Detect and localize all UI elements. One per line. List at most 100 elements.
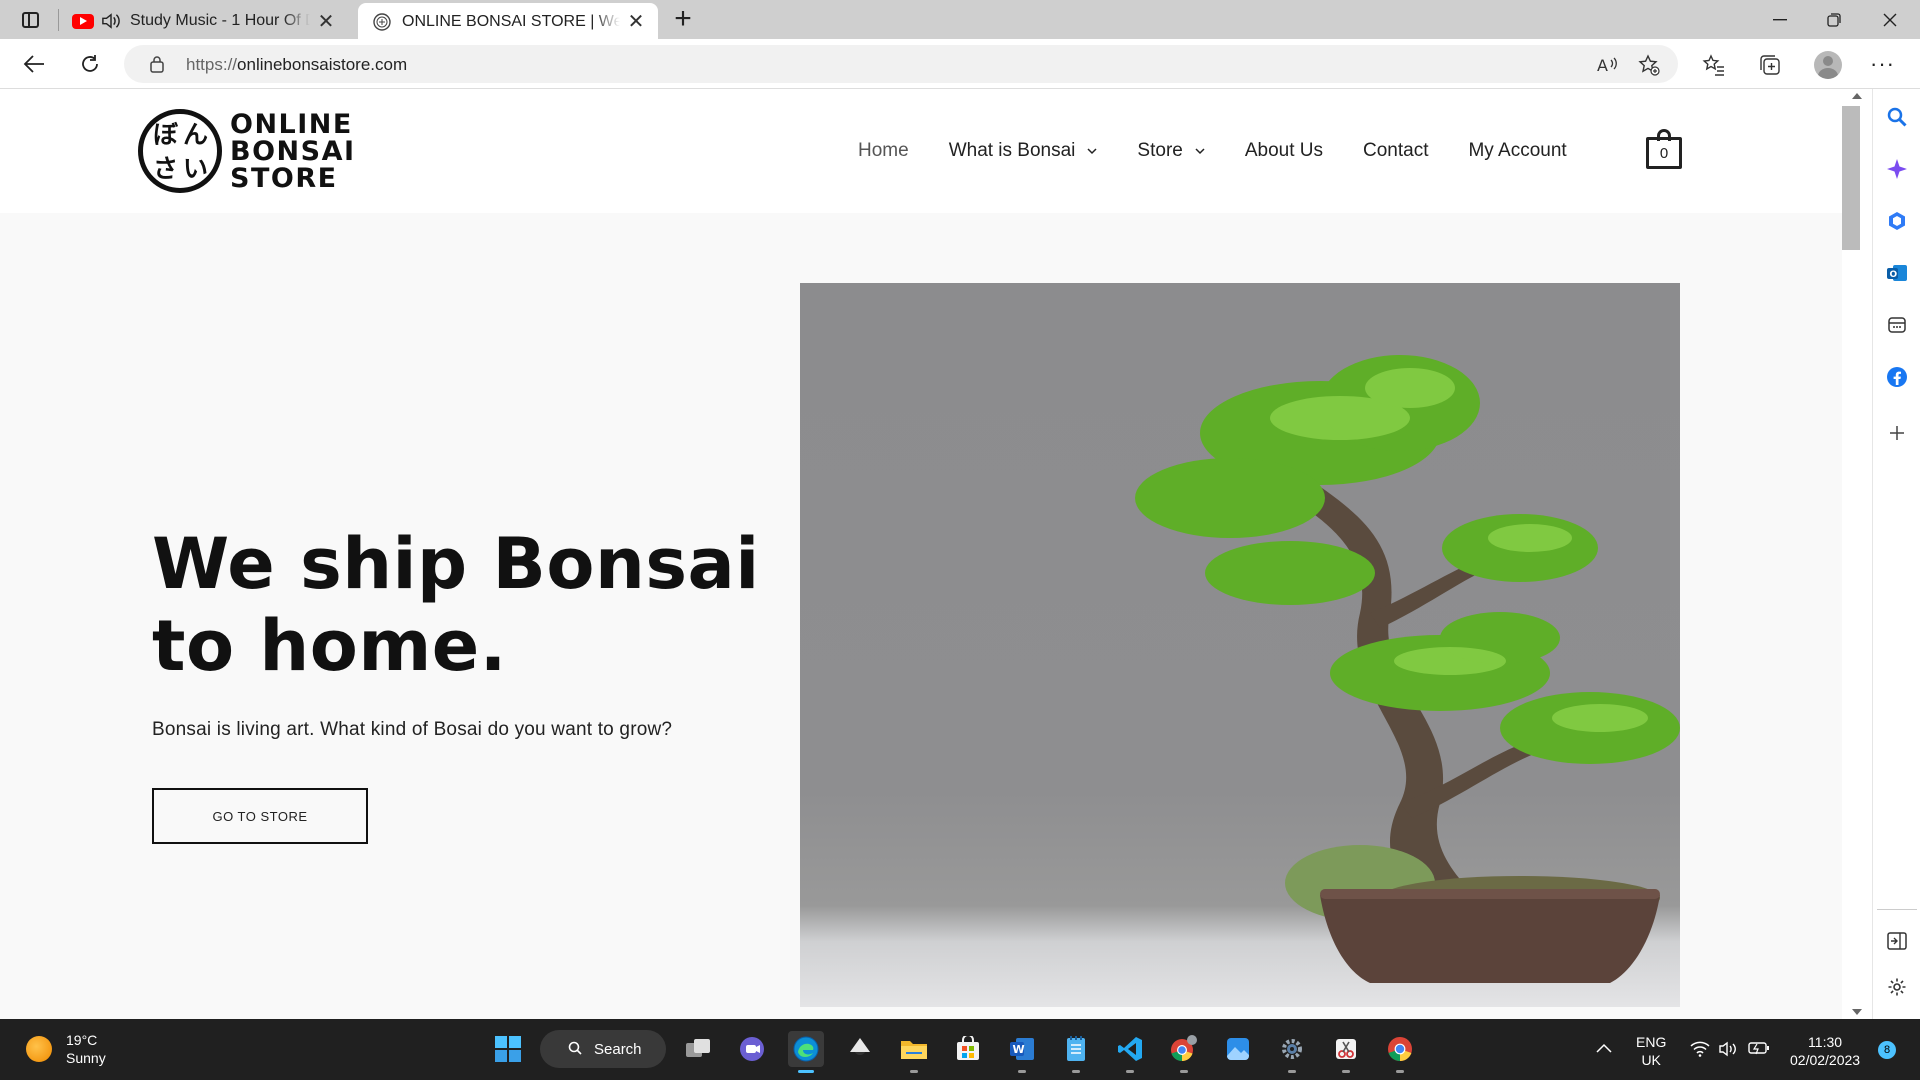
nav-my-account[interactable]: My Account [1468, 140, 1566, 162]
chrome-profile-icon[interactable] [1166, 1031, 1202, 1073]
refresh-button[interactable] [74, 48, 106, 80]
clock[interactable]: 11:30 02/02/2023 [1790, 1033, 1860, 1069]
search-label: Search [594, 1040, 642, 1058]
minimize-icon[interactable] [1752, 0, 1808, 39]
logo-seal-char: ん [183, 120, 209, 149]
hero-title: We ship Bonsai to home. [152, 523, 760, 687]
search-icon[interactable] [1885, 105, 1909, 129]
hide-sidebar-icon[interactable] [1885, 929, 1909, 953]
nav-label: My Account [1468, 140, 1567, 161]
site-logo[interactable]: ぼ ん さ い ONLINE BONSAI STORE [138, 109, 356, 193]
scroll-up-icon[interactable] [1852, 93, 1862, 99]
hero-section: We ship Bonsai to home. Bonsai is living… [0, 213, 1842, 1019]
profile-avatar[interactable] [1814, 51, 1842, 79]
url-host: onlinebonsaistore.com [237, 55, 408, 74]
tools-icon[interactable] [1885, 313, 1909, 337]
settings-icon[interactable] [1274, 1031, 1310, 1073]
notification-badge[interactable]: 8 [1878, 1041, 1896, 1059]
outlook-icon[interactable]: O [1885, 261, 1909, 285]
battery-icon[interactable] [1748, 1041, 1770, 1059]
close-window-icon[interactable] [1862, 0, 1918, 39]
page-scrollbar[interactable] [1842, 89, 1872, 1019]
file-explorer-icon[interactable] [896, 1031, 932, 1073]
microsoft-store-icon[interactable] [950, 1031, 986, 1067]
hero-title-line: to home. [152, 605, 507, 687]
scroll-down-icon[interactable] [1852, 1009, 1862, 1015]
bonsai-tree-illustration [1135, 355, 1680, 983]
weather-widget[interactable]: 19°C Sunny [26, 1031, 106, 1067]
nav-label: What is Bonsai [948, 140, 1076, 161]
restore-icon[interactable] [1806, 0, 1862, 39]
tab-actions-icon[interactable] [14, 6, 46, 34]
tab-title: ONLINE BONSAI STORE | We Ship Bonsai to … [402, 12, 620, 30]
taskbar-search[interactable]: Search [540, 1030, 666, 1068]
nav-what-is-bonsai[interactable]: What is Bonsai [949, 140, 1098, 162]
lock-icon[interactable] [150, 55, 164, 73]
facebook-icon[interactable] [1885, 365, 1909, 389]
snipping-tool-icon[interactable] [1328, 1031, 1364, 1073]
add-favorite-icon[interactable] [1638, 54, 1660, 76]
logo-seal-char: ぼ [153, 120, 179, 149]
favorites-icon[interactable] [1702, 53, 1726, 77]
nav-label: Store [1137, 140, 1183, 161]
edge-browser-icon[interactable] [788, 1031, 824, 1073]
start-button[interactable] [490, 1031, 526, 1067]
notepad-icon[interactable] [1058, 1031, 1094, 1073]
chevron-down-icon [1195, 148, 1205, 155]
sun-icon [26, 1036, 52, 1062]
language-indicator[interactable]: ENG UK [1636, 1033, 1666, 1069]
running-app-indicator [1288, 1070, 1296, 1073]
language-code: ENG [1636, 1034, 1667, 1050]
teams-chat-icon[interactable] [734, 1031, 770, 1067]
close-tab-icon[interactable]: ✕ [626, 9, 646, 34]
speaker-icon[interactable] [100, 12, 122, 30]
logo-seal-char: い [183, 154, 209, 183]
youtube-icon [72, 13, 94, 29]
read-aloud-icon[interactable]: A [1596, 54, 1618, 76]
scroll-thumb[interactable] [1842, 106, 1860, 250]
more-options-icon[interactable]: ··· [1870, 51, 1895, 77]
svg-text:O: O [1890, 270, 1898, 280]
running-app-indicator [1342, 1070, 1350, 1073]
collections-icon[interactable] [1758, 53, 1782, 77]
windows-logo-icon [495, 1036, 521, 1062]
hero-title-line: We ship Bonsai [152, 523, 760, 605]
copilot-icon[interactable] [1885, 157, 1909, 181]
running-app-indicator [1072, 1070, 1080, 1073]
logo-seal: ぼ ん さ い [138, 109, 222, 193]
nav-contact[interactable]: Contact [1363, 140, 1428, 162]
tab-bonsai-store[interactable]: ONLINE BONSAI STORE | We Ship Bonsai to … [358, 3, 658, 40]
close-tab-icon[interactable]: ✕ [316, 9, 336, 34]
tab-title: Study Music - 1 Hour Of Deep Focus Music [130, 12, 310, 29]
tab-study-music[interactable]: Study Music - 1 Hour Of Deep Focus Music… [66, 3, 356, 39]
office-icon[interactable] [1885, 209, 1909, 233]
svg-text:W: W [1013, 1043, 1025, 1056]
cart-button[interactable]: 0 [1646, 129, 1682, 169]
new-tab-icon[interactable]: + [668, 4, 698, 35]
show-hidden-icons[interactable] [1596, 1039, 1612, 1057]
logo-line: ONLINE [230, 108, 353, 140]
vscode-icon[interactable] [1112, 1031, 1148, 1073]
nav-home[interactable]: Home [858, 140, 909, 162]
word-icon[interactable]: W [1004, 1031, 1040, 1073]
logo-line: BONSAI [230, 135, 356, 167]
settings-gear-icon[interactable] [1885, 975, 1909, 999]
wifi-icon[interactable] [1690, 1041, 1710, 1061]
add-sidebar-app-icon[interactable] [1885, 421, 1909, 445]
url-field[interactable]: https://onlinebonsaistore.com A [124, 45, 1678, 83]
logo-wordmark: ONLINE BONSAI STORE [230, 111, 356, 192]
inkscape-icon[interactable] [842, 1031, 878, 1067]
running-app-indicator [1180, 1070, 1188, 1073]
chrome-icon[interactable] [1382, 1031, 1418, 1073]
task-view-icon[interactable] [680, 1031, 716, 1067]
photos-icon[interactable] [1220, 1031, 1256, 1067]
nav-about-us[interactable]: About Us [1245, 140, 1323, 162]
nav-store[interactable]: Store [1137, 140, 1205, 162]
clock-time: 11:30 [1808, 1034, 1843, 1050]
main-navigation: Home What is Bonsai Store About Us Conta… [858, 89, 1607, 213]
volume-icon[interactable] [1718, 1041, 1738, 1061]
logo-line: STORE [230, 162, 338, 194]
go-to-store-button[interactable]: GO TO STORE [152, 788, 368, 844]
back-button[interactable] [18, 48, 50, 80]
language-region: UK [1641, 1052, 1661, 1068]
